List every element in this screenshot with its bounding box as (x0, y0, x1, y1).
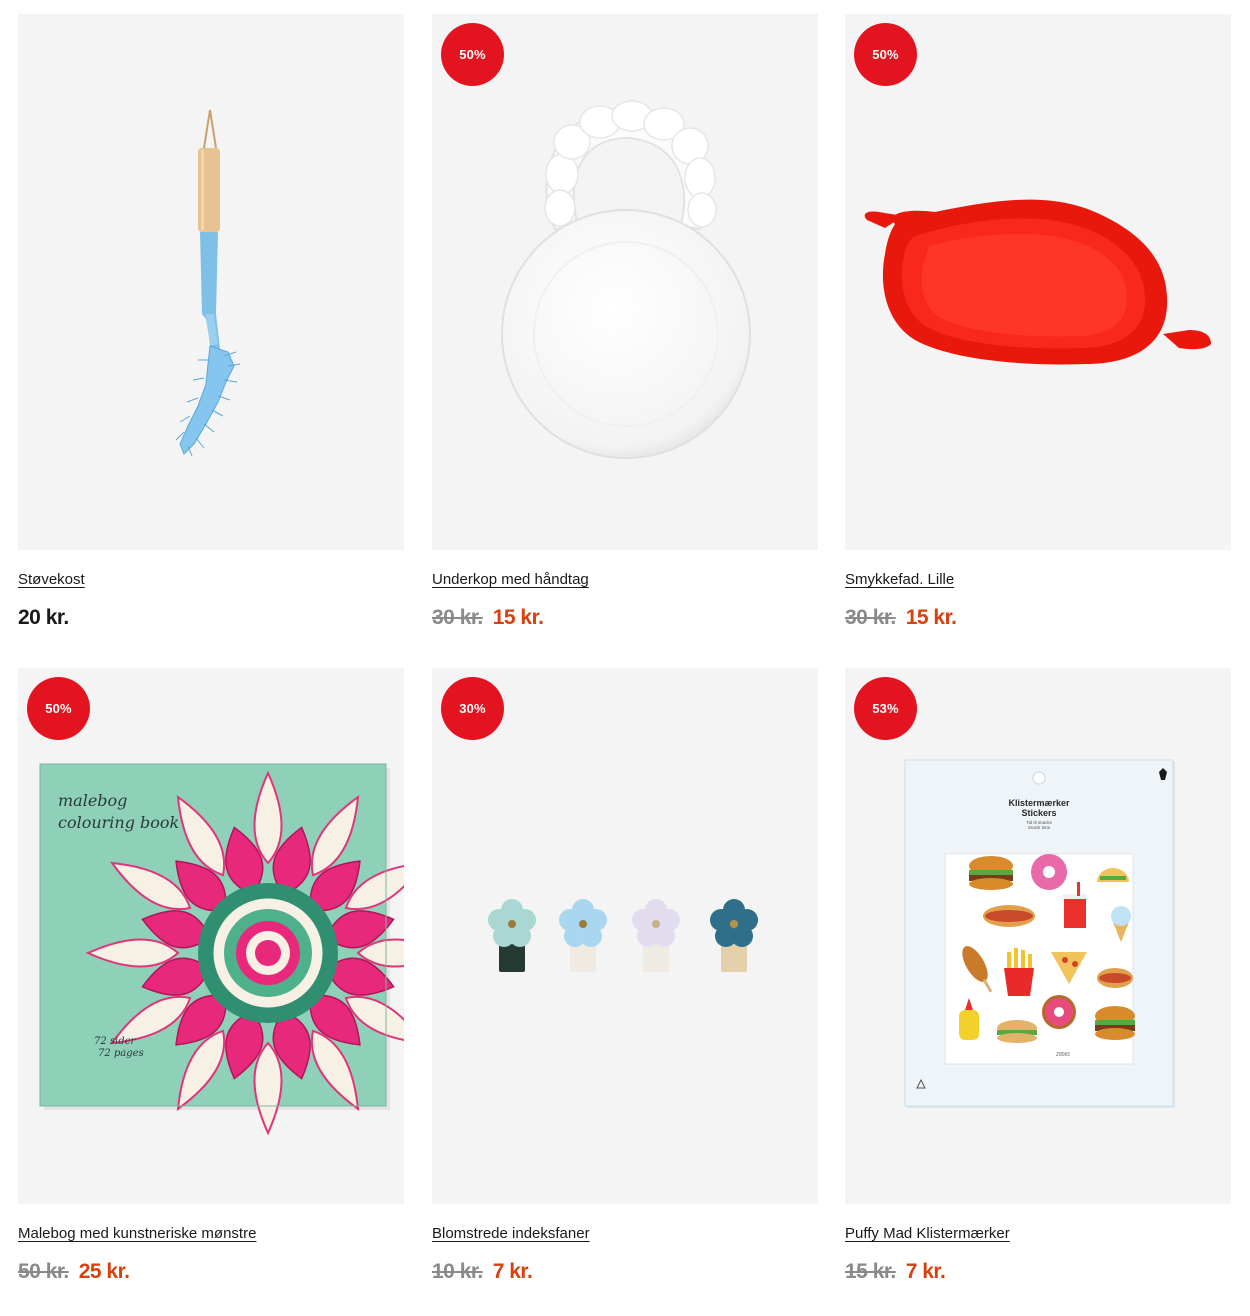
product-image[interactable]: 30% (432, 668, 818, 1204)
product-image[interactable]: 50% (845, 14, 1231, 550)
product-name[interactable]: Blomstrede indeksfaner (432, 1225, 590, 1242)
product-name[interactable]: Underkop med håndtag (432, 571, 589, 588)
pack-sub-line2: Snack time (1028, 825, 1051, 830)
sale-price: 15 kr. (492, 606, 544, 629)
book-pages-line2: 72 pages (98, 1048, 144, 1059)
old-price: 50 kr. (18, 1260, 69, 1283)
book-pages-line1: 72 sider (94, 1036, 137, 1047)
discount-badge: 50% (441, 23, 504, 86)
product-prices: 50 kr. 25 kr. (18, 1260, 130, 1284)
old-price: 30 kr. (432, 606, 483, 629)
flower-tabs-icon (488, 899, 758, 972)
product-image[interactable]: malebog colouring book 72 sider 72 pages… (18, 668, 404, 1204)
product-image[interactable]: Klistermærker Stickers Tid til snacks Sn… (845, 668, 1231, 1204)
product-card[interactable]: 50% Smykkefad. Lille 30 kr. 15 kr. (845, 14, 1231, 629)
discount-badge: 50% (27, 677, 90, 740)
product-image[interactable]: 50% (432, 14, 818, 550)
product-card[interactable]: Støvekost 20 kr. (18, 14, 404, 629)
product-card[interactable]: 30% Blomstrede indeksfaner 10 kr. 7 kr. (432, 668, 818, 1283)
current-price: 20 kr. (18, 606, 69, 629)
old-price: 15 kr. (845, 1260, 896, 1283)
duster-icon (175, 109, 241, 457)
sale-price: 15 kr. (905, 606, 957, 629)
saucer-icon (501, 100, 751, 459)
product-prices: 30 kr. 15 kr. (432, 606, 544, 630)
product-name[interactable]: Malebog med kunstneriske mønstre (18, 1225, 256, 1242)
product-name[interactable]: Smykkefad. Lille (845, 571, 954, 588)
old-price: 10 kr. (432, 1260, 483, 1283)
product-prices: 30 kr. 15 kr. (845, 606, 957, 630)
sale-price: 25 kr. (78, 1260, 130, 1283)
colouring-book-icon: malebog colouring book 72 sider 72 pages (39, 763, 404, 1136)
product-prices: 15 kr. 7 kr. (845, 1260, 946, 1284)
pack-code: Z8065 (1056, 1052, 1070, 1058)
discount-badge: 50% (854, 23, 917, 86)
sticker-pack-icon: Klistermærker Stickers Tid til snacks Sn… (904, 759, 1175, 1108)
sale-price: 7 kr. (905, 1260, 946, 1283)
product-name[interactable]: Støvekost (18, 571, 85, 588)
discount-badge: 53% (854, 677, 917, 740)
pack-title-line2: Stickers (1021, 808, 1056, 818)
book-title-line1: malebog (58, 791, 127, 810)
heart-tray-icon (864, 199, 1211, 365)
pack-title-line1: Klistermærker (1008, 798, 1070, 808)
product-card[interactable]: Klistermærker Stickers Tid til snacks Sn… (845, 668, 1231, 1283)
product-prices: 10 kr. 7 kr. (432, 1260, 533, 1284)
product-image[interactable] (18, 14, 404, 550)
discount-badge: 30% (441, 677, 504, 740)
product-card[interactable]: malebog colouring book 72 sider 72 pages… (18, 668, 404, 1283)
product-name[interactable]: Puffy Mad Klistermærker (845, 1225, 1010, 1242)
sale-price: 7 kr. (492, 1260, 533, 1283)
book-title-line2: colouring book (58, 813, 179, 832)
product-prices: 20 kr. (18, 606, 69, 630)
product-card[interactable]: 50% Underkop med håndtag 30 kr. 15 kr. (432, 14, 818, 629)
old-price: 30 kr. (845, 606, 896, 629)
